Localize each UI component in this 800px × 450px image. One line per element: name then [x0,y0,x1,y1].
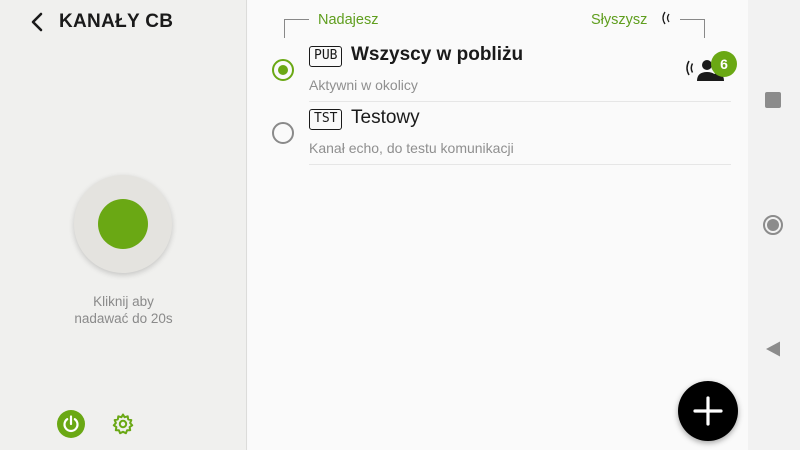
channel-description: Kanał echo, do testu komunikacji [309,140,514,156]
settings-button[interactable] [110,411,136,437]
hear-column-label: Słyszysz [591,12,648,28]
channel-list-area: Nadajesz Słyszysz PUB Wszyscy w pobliżu … [248,0,748,450]
row-divider [309,164,731,165]
power-button[interactable] [57,410,85,438]
ptt-hint-line1: Kliknij aby [93,294,154,309]
circle-icon[interactable] [763,215,783,235]
back-button[interactable] [26,10,48,34]
channel-name: Testowy [351,107,420,128]
system-navigation-bar [748,0,800,450]
push-to-talk-button[interactable] [74,175,172,273]
add-channel-button[interactable] [678,381,738,441]
radio-dot [278,65,288,75]
home-dot [767,219,779,231]
signal-waves-icon [662,11,670,25]
left-panel: KANAŁY CB Kliknij aby nadawać do 20s [0,0,247,450]
channel-radio-unselected[interactable] [272,122,294,144]
row-divider [309,101,731,102]
channel-radio-selected[interactable] [272,59,294,81]
square-icon[interactable] [765,92,781,108]
hear-column-bracket [680,19,705,38]
plus-icon [693,396,723,426]
channel-description: Aktywni w okolicy [309,77,418,93]
channel-row-pub[interactable]: PUB Wszyscy w pobliżu Aktywni w okolicy … [248,40,748,102]
chevron-left-icon [31,12,43,32]
channel-row-tst[interactable]: TST Testowy Kanał echo, do testu komunik… [248,103,748,165]
page-title: KANAŁY CB [59,11,174,32]
gear-icon [112,413,134,435]
channel-tag: TST [309,109,343,130]
send-column-label: Nadajesz [318,12,379,28]
send-column-bracket [284,19,309,38]
push-to-talk-hint: Kliknij aby nadawać do 20s [0,293,247,327]
power-icon [63,415,79,433]
ptt-hint-line2: nadawać do 20s [74,311,173,326]
listeners-count-badge: 6 [711,51,737,77]
triangle-back-icon[interactable] [764,340,782,358]
push-to-talk-indicator [98,199,148,249]
channel-tag: PUB [309,46,343,67]
channel-name: Wszyscy w pobliżu [351,44,524,65]
